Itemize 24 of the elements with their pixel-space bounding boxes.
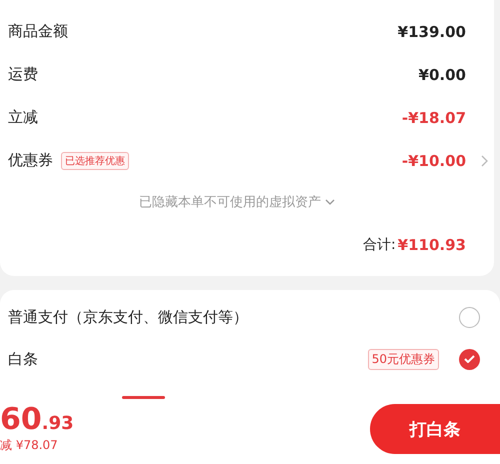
total-price: 60.93 (0, 404, 74, 434)
hidden-assets-note[interactable]: 已隐藏本单不可使用的虚拟资产 (139, 193, 321, 211)
check-icon (464, 355, 475, 363)
row-value: ¥139.00 (398, 22, 466, 40)
row-label: 商品金额 (8, 22, 68, 41)
total-label: 合计: (362, 236, 396, 254)
total-value: ¥110.93 (398, 236, 466, 254)
coupon-tag: 50元优惠券 (368, 348, 439, 370)
row-label: 运费 (8, 65, 38, 84)
row-value: -¥18.07 (402, 108, 466, 126)
row-value: ¥0.00 (418, 66, 466, 84)
tab-indicator (122, 396, 165, 399)
payment-label: 普通支付（京东支付、微信支付等） (8, 308, 248, 326)
row-label: 立减 (8, 108, 38, 127)
pay-button[interactable]: 打白条 (370, 404, 500, 454)
saving-text: 减 ¥78.07 (0, 436, 59, 454)
chevron-right-icon[interactable] (481, 155, 488, 167)
row-label: 优惠券 (8, 151, 53, 170)
payment-label: 白条 (8, 350, 38, 368)
radio-button[interactable] (459, 306, 480, 328)
chevron-down-icon[interactable] (325, 199, 335, 205)
radio-button[interactable] (459, 348, 480, 370)
coupon-tag: 已选推荐优惠 (61, 152, 129, 170)
row-value: -¥10.00 (402, 152, 466, 170)
